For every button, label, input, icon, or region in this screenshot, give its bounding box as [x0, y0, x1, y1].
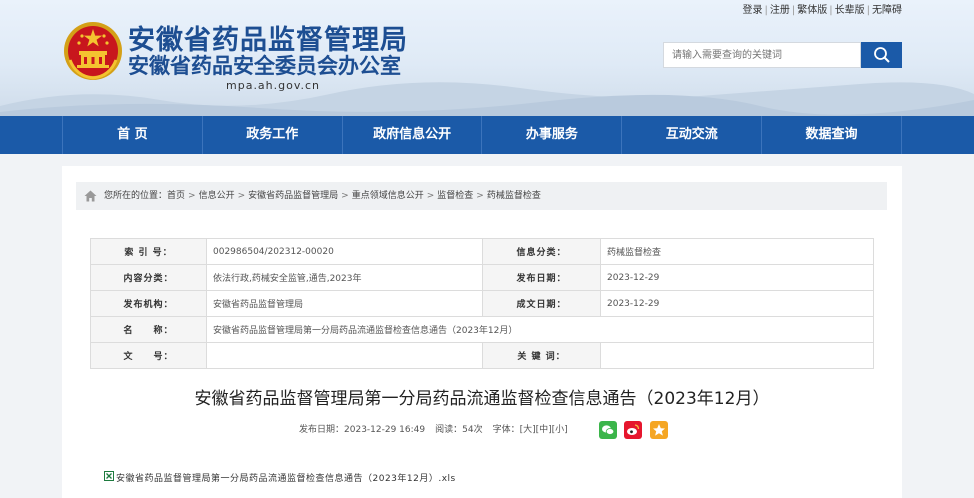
date-label: 发布日期：	[299, 425, 345, 435]
mountain-background	[0, 82, 974, 116]
login-link[interactable]: 登录	[743, 5, 763, 16]
weibo-icon[interactable]	[624, 421, 642, 439]
content-category-value: 依法行政,药械安全监管,通告,2023年	[206, 264, 483, 291]
wechat-icon[interactable]	[599, 421, 617, 439]
publish-date-label: 发布日期：	[482, 264, 601, 291]
category-label: 信息分类：	[482, 238, 601, 265]
nav-government-work[interactable]: 政务工作	[201, 116, 342, 154]
nav-interaction[interactable]: 互动交流	[621, 116, 761, 154]
home-icon	[84, 190, 97, 202]
national-emblem-icon	[64, 22, 122, 80]
table-row: 文 号： 关 键 词：	[90, 342, 874, 369]
site-header: 登录 | 注册 | 繁体版 | 长辈版 | 无障碍 安徽省药品监督管理局 安徽省药品安全委员会办…	[0, 0, 974, 116]
elder-version-link[interactable]: 长辈版	[835, 5, 865, 16]
site-subtitle: 安徽省药品安全委员会办公室	[128, 54, 401, 78]
category-value: 药械监督检查	[600, 238, 874, 265]
nav-services[interactable]: 办事服务	[481, 116, 621, 154]
table-row: 名 称： 安徽省药品监督管理局第一分局药品流通监督检查信息通告（2023年12月…	[90, 316, 874, 343]
table-row: 发布机构： 安徽省药品监督管理局 成文日期： 2023-12-29	[90, 290, 874, 317]
publish-date-value: 2023-12-29	[600, 264, 874, 291]
breadcrumb-bureau[interactable]: 安徽省药品监督管理局	[248, 191, 338, 201]
creation-date-value: 2023-12-29	[600, 290, 874, 317]
index-value: 002986504/202312-00020	[206, 238, 483, 265]
publisher-value: 安徽省药品监督管理局	[206, 290, 483, 317]
main-nav: 首 页 政务工作 政府信息公开 办事服务 互动交流 数据查询	[0, 116, 974, 154]
views-label: 阅读：	[435, 425, 463, 435]
traditional-chinese-link[interactable]: 繁体版	[797, 5, 827, 16]
index-label: 索 引 号：	[90, 238, 207, 265]
breadcrumb-key-areas[interactable]: 重点领域信息公开	[352, 191, 424, 201]
breadcrumb-supervision[interactable]: 监督检查	[437, 191, 473, 201]
excel-file-icon	[104, 471, 114, 481]
search-input[interactable]	[663, 42, 861, 68]
nav-info-disclosure[interactable]: 政府信息公开	[341, 116, 482, 154]
name-label: 名 称：	[90, 316, 207, 343]
breadcrumb-info-disclosure[interactable]: 信息公开	[199, 191, 235, 201]
doc-number-label: 文 号：	[90, 342, 207, 369]
font-medium-button[interactable]: [中]	[536, 425, 552, 435]
content-category-label: 内容分类：	[90, 264, 207, 291]
nav-data-query[interactable]: 数据查询	[761, 116, 902, 154]
site-domain: mpa.ah.gov.cn	[226, 79, 321, 92]
breadcrumb: 您所在的位置：首页 > 信息公开 > 安徽省药品监督管理局 > 重点领域信息公开 > 监督检查 >…	[76, 182, 887, 210]
register-link[interactable]: 注册	[770, 5, 790, 16]
accessibility-link[interactable]: 无障碍	[872, 5, 902, 16]
article-title: 安徽省药品监督管理局第一分局药品流通监督检查信息通告（2023年12月）	[194, 389, 770, 409]
article-info: 发布日期：2023-12-29 16:49 阅读：54次 字体：[大][中][小]	[299, 422, 568, 438]
breadcrumb-prefix: 您所在的位置：	[104, 191, 168, 201]
content-panel: 您所在的位置：首页 > 信息公开 > 安徽省药品监督管理局 > 重点领域信息公开 > 监督检查 >…	[62, 166, 902, 498]
nav-home[interactable]: 首 页	[62, 116, 202, 154]
creation-date-label: 成文日期：	[482, 290, 601, 317]
breadcrumb-drug-device-inspection[interactable]: 药械监督检查	[487, 191, 541, 201]
table-row: 内容分类： 依法行政,药械安全监管,通告,2023年 发布日期： 2023-12…	[90, 264, 874, 291]
font-large-button[interactable]: [大]	[520, 425, 536, 435]
attachment-link[interactable]: 安徽省药品监督管理局第一分局药品流通监督检查信息通告（2023年12月）.xls	[116, 471, 456, 484]
qzone-icon[interactable]	[650, 421, 668, 439]
doc-number-value	[206, 342, 483, 369]
keywords-value	[600, 342, 874, 369]
search-icon	[874, 47, 890, 63]
font-small-button[interactable]: [小]	[552, 425, 568, 435]
metadata-table: 索 引 号： 002986504/202312-00020 信息分类： 药械监督…	[90, 238, 874, 369]
views-value: 54次	[462, 425, 483, 435]
publisher-label: 发布机构：	[90, 290, 207, 317]
table-row: 索 引 号： 002986504/202312-00020 信息分类： 药械监督…	[90, 238, 874, 265]
top-links: 登录 | 注册 | 繁体版 | 长辈版 | 无障碍	[742, 5, 903, 16]
breadcrumb-home[interactable]: 首页	[167, 191, 185, 201]
font-label: 字体：	[492, 425, 520, 435]
keywords-label: 关 键 词：	[482, 342, 601, 369]
search-button[interactable]	[861, 42, 902, 68]
date-value: 2023-12-29 16:49	[344, 425, 426, 435]
name-value: 安徽省药品监督管理局第一分局药品流通监督检查信息通告（2023年12月）	[206, 316, 874, 343]
